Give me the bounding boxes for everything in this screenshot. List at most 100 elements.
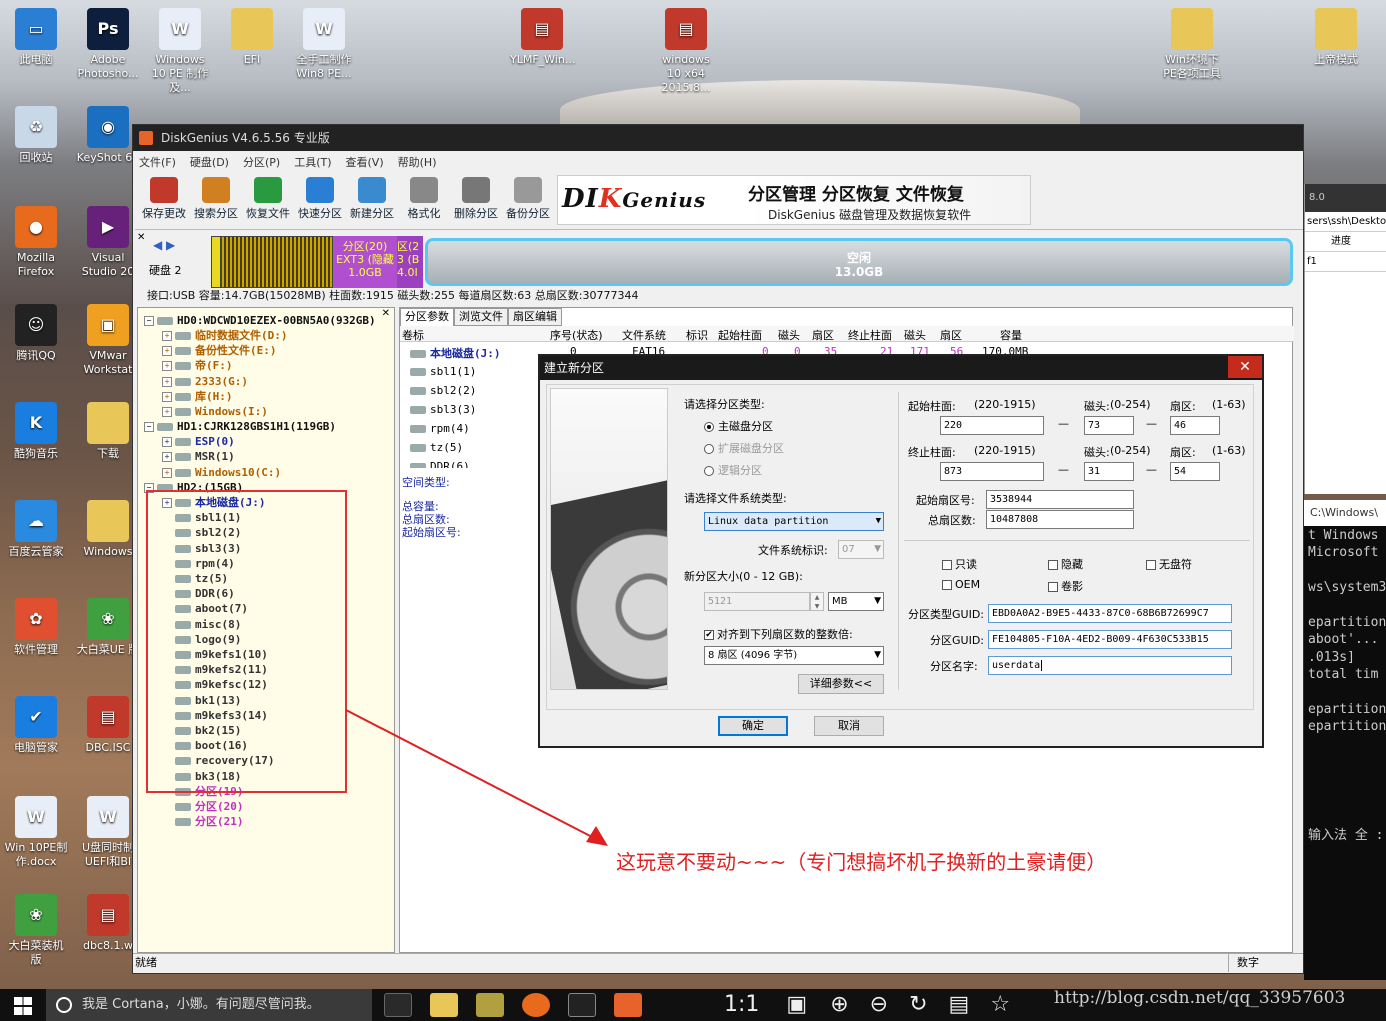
menu-item[interactable]: 硬盘(D) bbox=[190, 154, 229, 170]
rotate-icon[interactable]: ↻ bbox=[909, 992, 927, 1017]
menu-item[interactable]: 分区(P) bbox=[243, 154, 280, 170]
column-header[interactable]: 序号(状态) bbox=[550, 327, 603, 343]
oem-checkbox[interactable]: OEM bbox=[942, 578, 980, 591]
expand-icon[interactable]: + bbox=[162, 346, 172, 356]
desktop-icon[interactable]: ✿ 软件管理 bbox=[4, 598, 68, 657]
align-checkbox[interactable]: ✔ 对齐到下列扇区数的整数倍: bbox=[704, 626, 853, 642]
desktop-icon[interactable]: ❀ 大白菜装机版 bbox=[4, 894, 68, 967]
size-input[interactable]: 5121 bbox=[704, 592, 810, 611]
desktop-icon[interactable]: 下载 bbox=[76, 402, 140, 461]
column-header[interactable]: 起始柱面 bbox=[718, 327, 762, 343]
desktop-icon[interactable]: EFI bbox=[220, 8, 284, 67]
task-view-icon[interactable] bbox=[384, 993, 412, 1017]
desktop-icon[interactable]: ▤ windows 10 x64 2015.8... bbox=[654, 8, 718, 95]
toolbar-button[interactable]: 格式化 bbox=[399, 173, 449, 227]
expand-icon[interactable]: + bbox=[162, 452, 172, 462]
tree-node[interactable]: + 临时数据文件(D:) bbox=[162, 329, 288, 343]
toolbar-button[interactable]: 保存更改 bbox=[139, 173, 189, 227]
expand-icon[interactable]: + bbox=[162, 377, 172, 387]
column-header[interactable]: 终止柱面 bbox=[848, 327, 892, 343]
dialog-close-button[interactable]: ✕ bbox=[1228, 356, 1262, 378]
toolbar-button[interactable]: 快速分区 bbox=[295, 173, 345, 227]
desktop-icon[interactable]: W U盘同时制 UEFI和BI bbox=[76, 796, 140, 869]
tree-node[interactable]: + ESP(0) bbox=[162, 435, 235, 449]
expand-icon[interactable]: + bbox=[162, 437, 172, 447]
desktop-icon[interactable]: ☺ 腾讯QQ bbox=[4, 304, 68, 363]
desktop-icon[interactable]: ☁ 百度云管家 bbox=[4, 500, 68, 559]
collapse-icon[interactable]: − bbox=[144, 316, 154, 326]
menu-item[interactable]: 帮助(H) bbox=[398, 154, 437, 170]
desktop-icon[interactable]: W Windows 10 PE 制作及... bbox=[148, 8, 212, 95]
fs-id-select[interactable]: 07 ▼ bbox=[838, 540, 884, 559]
start-lba-input[interactable]: 3538944 bbox=[986, 490, 1134, 509]
desktop-icon[interactable]: W 全手工制作 Win8 PE... bbox=[292, 8, 356, 81]
radio-extended[interactable]: 扩展磁盘分区 bbox=[704, 440, 784, 456]
desktop-icon[interactable]: ▭ 此电脑 bbox=[4, 8, 68, 67]
tree-node[interactable]: + Windows10(C:) bbox=[162, 466, 281, 480]
window-titlebar[interactable]: DiskGenius V4.6.5.56 专业版 bbox=[133, 125, 1303, 151]
column-header[interactable]: 磁头 bbox=[778, 327, 800, 343]
table-row[interactable]: sbl3(3) bbox=[410, 403, 476, 416]
start-sector-input[interactable]: 46 bbox=[1170, 416, 1220, 435]
zoom-in-icon[interactable]: ⊕ bbox=[830, 992, 848, 1017]
tree-node[interactable]: + 库(H:) bbox=[162, 390, 233, 404]
start-cylinder-input[interactable]: 220 bbox=[940, 416, 1044, 435]
diskgenius-taskbar-icon[interactable] bbox=[614, 993, 642, 1017]
command-prompt-window[interactable]: C:\Windows\ t Windows [Microsoft ws\syste… bbox=[1304, 500, 1386, 980]
details-button[interactable]: 详细参数<< bbox=[798, 674, 884, 694]
tree-node[interactable]: + 备份性文件(E:) bbox=[162, 344, 277, 358]
end-cylinder-input[interactable]: 873 bbox=[940, 462, 1044, 481]
column-header[interactable]: 容量 bbox=[1000, 327, 1022, 343]
radio-primary[interactable]: 主磁盘分区 bbox=[704, 418, 773, 434]
table-row[interactable]: DDR(6) bbox=[410, 460, 470, 468]
desktop-icon[interactable]: Win环境下 PE各项工具 bbox=[1160, 8, 1224, 81]
tree-node[interactable]: + MSR(1) bbox=[162, 450, 235, 464]
panel-tab[interactable]: 分区参数 bbox=[400, 308, 454, 326]
close-icon[interactable]: ✕ bbox=[137, 232, 145, 243]
taskbar-app-icon[interactable] bbox=[476, 993, 504, 1017]
total-sectors-input[interactable]: 10487808 bbox=[986, 510, 1134, 529]
favorite-icon[interactable]: ☆ bbox=[990, 992, 1010, 1017]
free-space-segment[interactable]: 空闲 13.0GB bbox=[425, 238, 1293, 286]
partition-segment-20[interactable]: 分区(20) EXT3 (隐藏 1.0GB bbox=[333, 236, 397, 288]
collapse-icon[interactable]: − bbox=[144, 422, 154, 432]
toolbar-button[interactable]: 搜索分区 bbox=[191, 173, 241, 227]
expand-icon[interactable]: + bbox=[162, 392, 172, 402]
readonly-checkbox[interactable]: 只读 bbox=[942, 556, 977, 572]
toolbar-button[interactable]: 恢复文件 bbox=[243, 173, 293, 227]
partition-type-guid-input[interactable]: EBD0A0A2-B9E5-4433-87C0-68B6B72699C7 bbox=[988, 604, 1232, 623]
new-partition-dialog[interactable]: 建立新分区 ✕ 请选择分区类型: 主磁盘分区 扩展磁盘分区 逻辑分区 请选择文件… bbox=[538, 354, 1264, 748]
tree-node[interactable]: + 帝(F:) bbox=[162, 359, 233, 373]
firefox-icon[interactable] bbox=[522, 993, 550, 1017]
cortana-search[interactable]: 我是 Cortana，小娜。有问题尽管问我。 bbox=[46, 989, 372, 1021]
desktop-icon[interactable]: Ps Adobe Photosho... bbox=[76, 8, 140, 81]
desktop-icon[interactable]: K 酷狗音乐 bbox=[4, 402, 68, 461]
partition-segment-small[interactable] bbox=[211, 236, 221, 288]
column-header[interactable]: 文件系统 bbox=[622, 327, 666, 343]
column-header[interactable]: 标识 bbox=[686, 327, 708, 343]
size-unit-select[interactable]: MB ▼ bbox=[828, 592, 884, 611]
desktop-icon[interactable]: ▤ DBC.ISC bbox=[76, 696, 140, 755]
radio-logical[interactable]: 逻辑分区 bbox=[704, 462, 762, 478]
expand-icon[interactable]: + bbox=[162, 361, 172, 371]
shadow-copy-checkbox[interactable]: 卷影 bbox=[1048, 578, 1083, 594]
column-header[interactable]: 卷标 bbox=[402, 327, 424, 343]
no-drive-letter-checkbox[interactable]: 无盘符 bbox=[1146, 556, 1192, 572]
table-row[interactable]: 本地磁盘(J:) 0 FAT16 0 0 35 21 171 56 170.0M… bbox=[410, 345, 1028, 361]
partition-guid-input[interactable]: FE104805-F10A-4ED2-B009-4F630C533B15 bbox=[988, 630, 1232, 649]
tree-node[interactable]: − HD0:WDCWD10EZEX-00BN5A0(932GB) bbox=[144, 314, 376, 328]
column-header[interactable]: 磁头 bbox=[904, 327, 926, 343]
table-row[interactable]: rpm(4) bbox=[410, 422, 470, 435]
table-row[interactable]: tz(5) bbox=[410, 441, 463, 454]
tree-node[interactable]: +2333(G:) bbox=[162, 375, 248, 389]
file-explorer-icon[interactable] bbox=[430, 993, 458, 1017]
toolbar-button[interactable]: 新建分区 bbox=[347, 173, 397, 227]
desktop-icon[interactable]: Windows bbox=[76, 500, 140, 559]
desktop-icon[interactable]: ♻ 回收站 bbox=[4, 106, 68, 165]
desktop-icon[interactable]: W Win 10PE制 作.docx bbox=[4, 796, 68, 869]
expand-icon[interactable]: + bbox=[162, 407, 172, 417]
expand-icon[interactable]: + bbox=[162, 331, 172, 341]
windows-start-icon[interactable] bbox=[14, 997, 32, 1015]
zoom-out-icon[interactable]: ⊖ bbox=[870, 992, 888, 1017]
partition-name-input[interactable]: userdata bbox=[988, 656, 1232, 675]
